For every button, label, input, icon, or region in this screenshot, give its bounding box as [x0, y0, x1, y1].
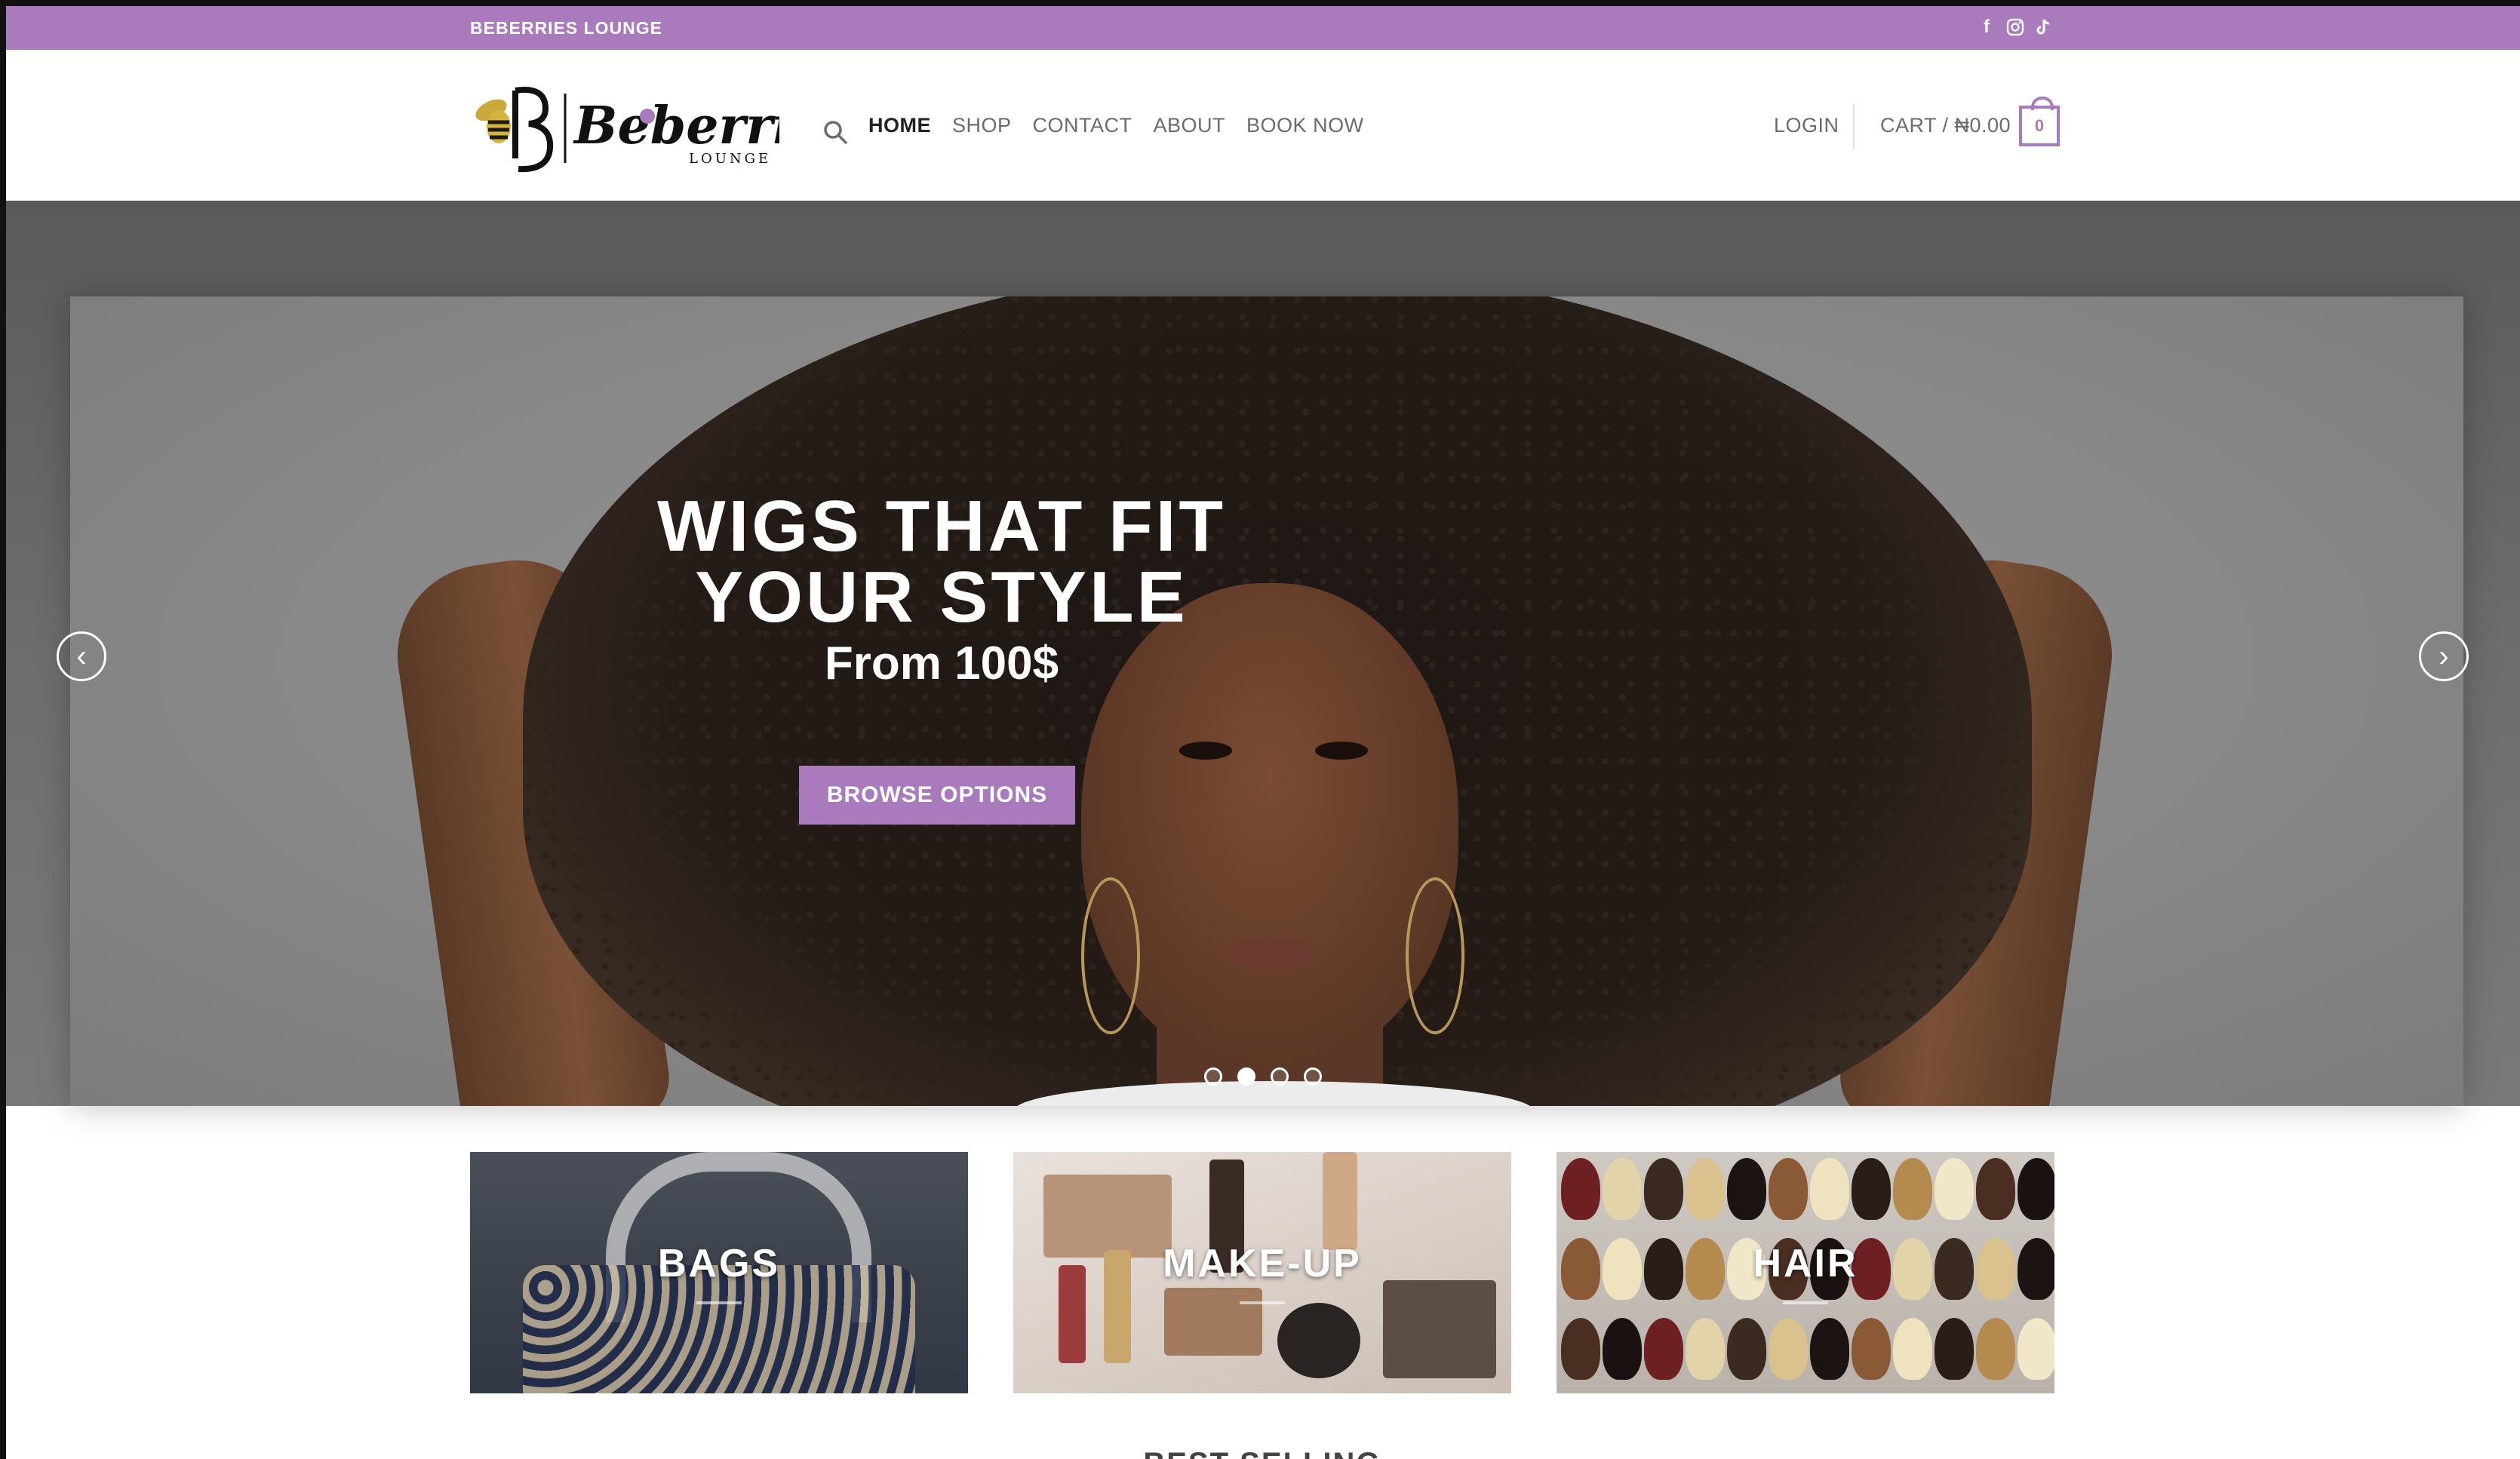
makeup-image-compact [1277, 1303, 1360, 1378]
bee-icon [475, 99, 511, 143]
category-underline [1783, 1301, 1828, 1304]
wig-thumbnail [1852, 1158, 1891, 1220]
site-logo[interactable]: Beberries LOUNGE [470, 80, 854, 174]
hero-subheadline: From 100$ [824, 637, 1059, 690]
wig-thumbnail [1893, 1318, 1932, 1380]
site-header: Beberries LOUNGE HOME SHOP CONTACT ABOUT… [6, 50, 2520, 201]
slider-dot-3[interactable] [1271, 1067, 1289, 1086]
makeup-image-blush [1164, 1288, 1262, 1356]
wig-thumbnail [1810, 1318, 1849, 1380]
hero-headline-line2: YOUR STYLE [695, 557, 1188, 637]
wig-thumbnail [1561, 1158, 1600, 1220]
hero-headline: WIGS THAT FIT YOUR STYLE [595, 486, 1289, 637]
wig-thumbnail [1976, 1318, 2015, 1380]
hero-image-eye-right [1315, 742, 1368, 760]
wig-thumbnail [1810, 1158, 1849, 1220]
category-hair[interactable]: HAIR [1557, 1152, 2054, 1393]
header-divider [1853, 104, 1855, 149]
category-underline [1240, 1301, 1285, 1304]
wig-thumbnail [1603, 1318, 1642, 1380]
slider-next-icon[interactable]: › [2419, 631, 2469, 681]
social-links: f [1977, 17, 2054, 38]
top-bar-brand: BEBERRIES LOUNGE [470, 18, 662, 38]
search-icon[interactable] [822, 119, 848, 145]
wig-thumbnail [1769, 1158, 1808, 1220]
top-bar: BEBERRIES LOUNGE f [6, 6, 2520, 50]
cart-link[interactable]: CART / ₦0.00 [1880, 50, 2011, 201]
category-bags[interactable]: BAGS [470, 1152, 968, 1393]
wig-thumbnail [1727, 1158, 1766, 1220]
wig-thumbnail [1644, 1318, 1683, 1380]
hero-image-earring-right [1406, 877, 1464, 1034]
hero-slider: WIGS THAT FIT YOUR STYLE From 100$ BROWS… [6, 201, 2520, 1106]
wig-thumbnail [1644, 1158, 1683, 1220]
wig-thumbnail [1935, 1158, 1974, 1220]
category-label: BAGS [657, 1242, 781, 1285]
slider-dots [1204, 1067, 1322, 1086]
hero-headline-line1: WIGS THAT FIT [656, 486, 1227, 567]
category-label: HAIR [1753, 1242, 1858, 1285]
makeup-image-eyeshadow [1383, 1280, 1496, 1378]
wig-thumbnail [1935, 1318, 1974, 1380]
wig-thumbnail [1561, 1318, 1600, 1380]
nav-about[interactable]: ABOUT [1154, 114, 1226, 137]
slider-dot-4[interactable] [1304, 1067, 1322, 1086]
category-label: MAKE-UP [1163, 1242, 1362, 1285]
wig-thumbnail [2018, 1318, 2054, 1380]
slider-prev-icon[interactable]: ‹ [57, 631, 106, 681]
hero-image-lips [1225, 938, 1315, 971]
hero-slide [70, 296, 2463, 1106]
hero-image-eye-left [1179, 742, 1232, 760]
tiktok-icon[interactable] [2034, 17, 2054, 38]
nav-book-now[interactable]: BOOK NOW [1246, 114, 1364, 137]
slider-dot-1[interactable] [1204, 1067, 1222, 1086]
wig-thumbnail [1686, 1318, 1725, 1380]
svg-text:LOUNGE: LOUNGE [689, 151, 771, 167]
wig-thumbnail [1603, 1158, 1642, 1220]
browser-viewport: BEBERRIES LOUNGE f Beberries [6, 6, 2520, 1459]
cart-count-icon[interactable]: 0 [2019, 97, 2060, 146]
wig-thumbnail [1852, 1318, 1891, 1380]
category-grid: BAGS MAKE-UP HAIR [470, 1152, 2054, 1393]
instagram-icon[interactable] [2005, 17, 2025, 38]
hero-image-earring-left [1081, 877, 1140, 1034]
svg-text:Beberries: Beberries [573, 96, 779, 156]
wig-thumbnail [1976, 1158, 2015, 1220]
nav-shop[interactable]: SHOP [952, 114, 1012, 137]
best-selling-title: BEST SELLING PRODUCTS [1062, 1448, 1462, 1459]
main-nav: HOME SHOP CONTACT ABOUT BOOK NOW [868, 50, 1364, 201]
wig-thumbnail [1769, 1318, 1808, 1380]
wig-thumbnail [1893, 1158, 1932, 1220]
facebook-icon[interactable]: f [1977, 17, 1996, 38]
browse-options-button[interactable]: BROWSE OPTIONS [799, 766, 1075, 825]
category-underline [696, 1301, 742, 1304]
nav-contact[interactable]: CONTACT [1033, 114, 1132, 137]
login-link[interactable]: LOGIN [1774, 50, 1839, 201]
nav-home[interactable]: HOME [868, 114, 931, 137]
makeup-image-foundation-2 [1323, 1152, 1357, 1250]
category-make-up[interactable]: MAKE-UP [1013, 1152, 1511, 1393]
wig-thumbnail [1727, 1318, 1766, 1380]
wig-thumbnail [2018, 1158, 2054, 1220]
slider-dot-2[interactable] [1237, 1067, 1255, 1086]
wig-thumbnail [1686, 1158, 1725, 1220]
